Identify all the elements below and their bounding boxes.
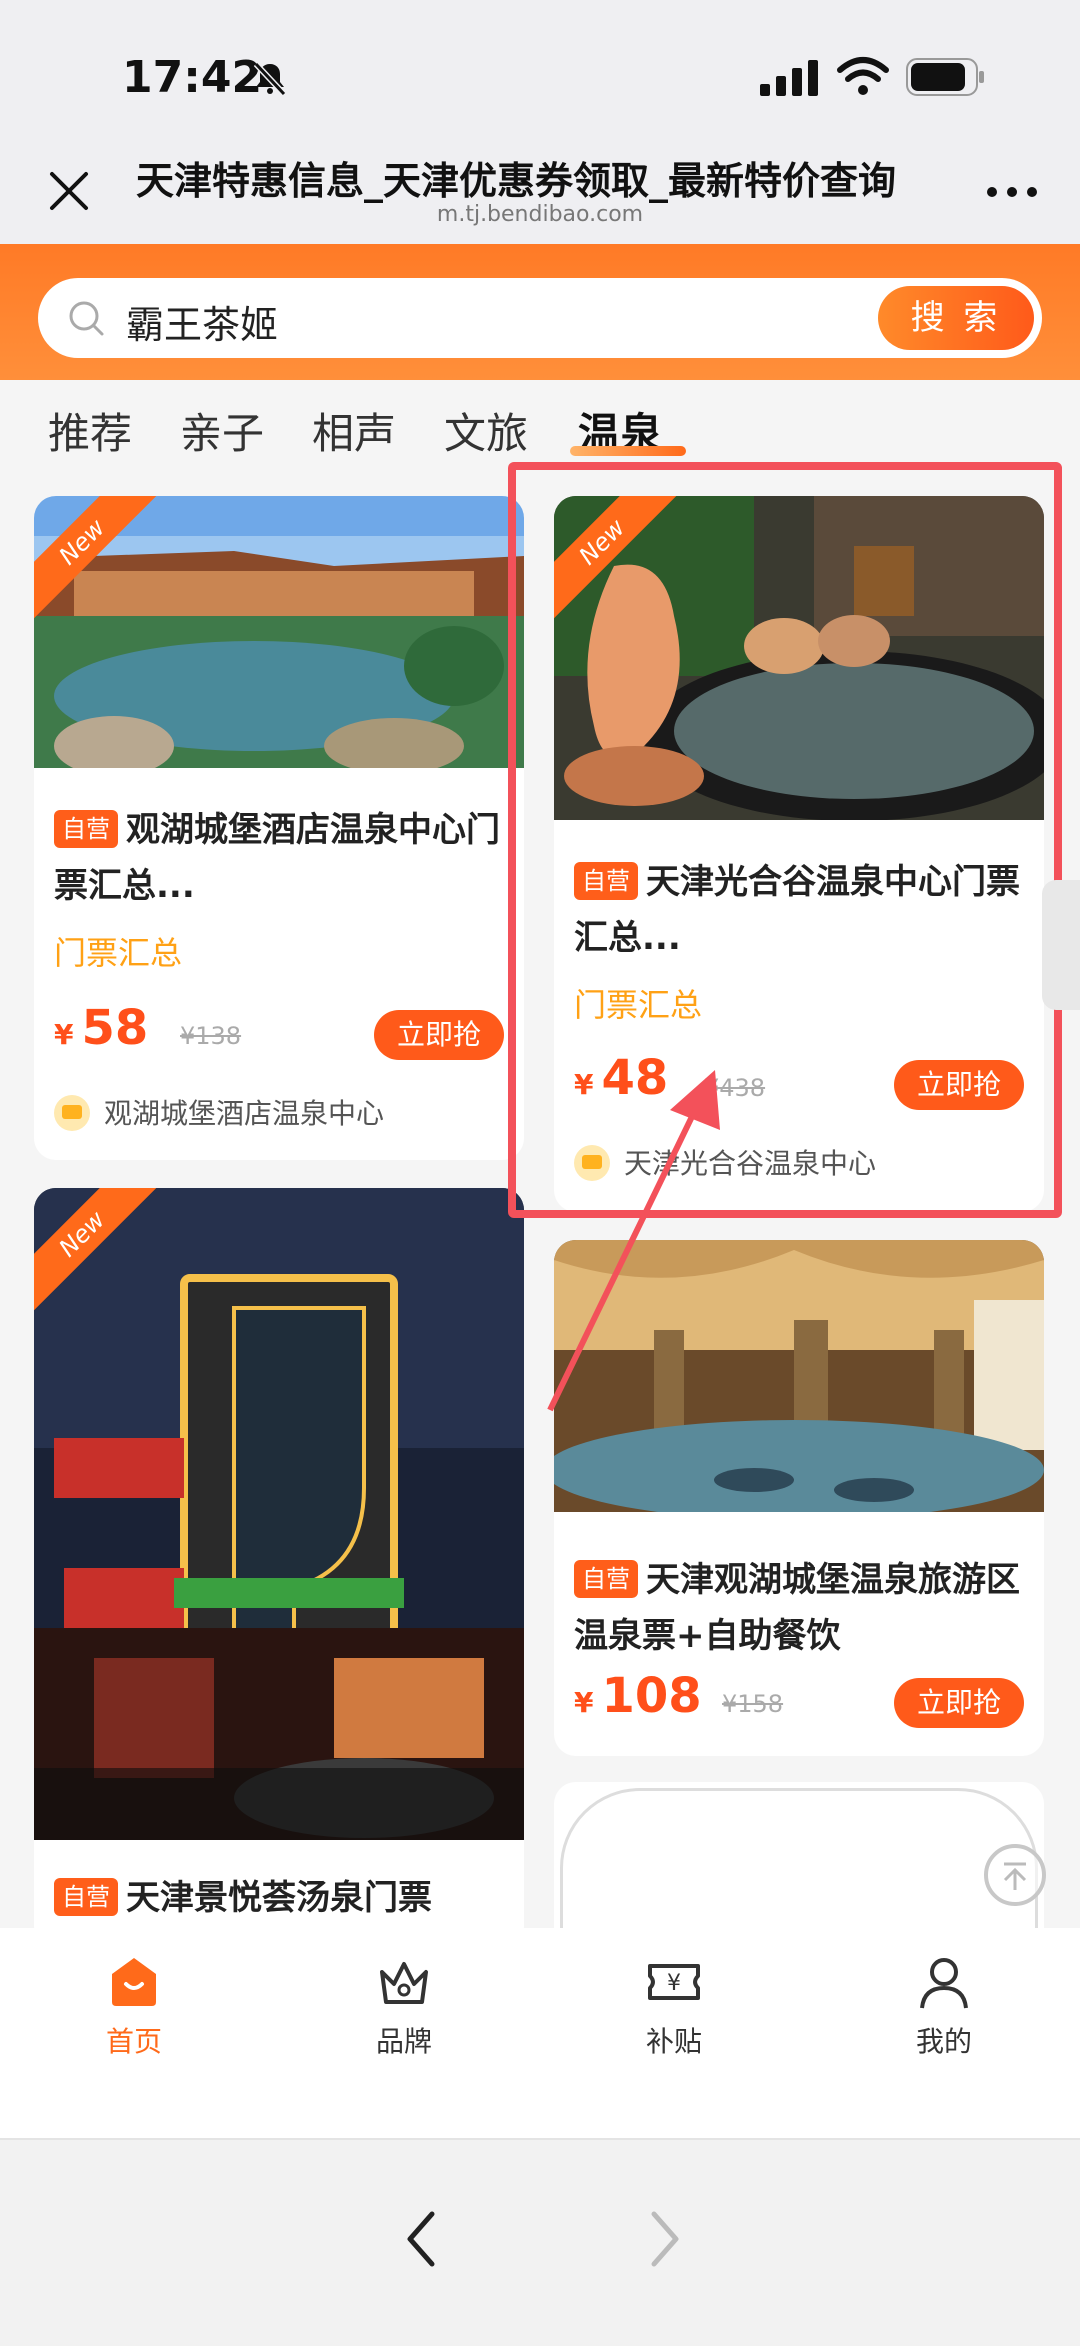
- coupon-icon: ¥: [648, 1964, 700, 2000]
- page-url: m.tj.bendibao.com: [436, 202, 644, 227]
- side-drawer-handle[interactable]: [1042, 880, 1080, 1010]
- battery-icon: [906, 58, 984, 96]
- product-title: 自营 观湖城堡酒店温泉中心门票汇总...: [54, 810, 500, 906]
- product-price: ¥58: [54, 1000, 149, 1056]
- tab-crosstalk[interactable]: 相声: [312, 400, 396, 461]
- bottom-navigation: 首页 品牌 ¥ 补贴 我的: [0, 1928, 1080, 2138]
- cellular-signal-icon: [760, 60, 818, 96]
- nav-profile[interactable]: 我的: [844, 1954, 1044, 2060]
- tab-culture-travel[interactable]: 文旅: [444, 400, 528, 461]
- product-title: 自营 天津景悦荟汤泉门票: [54, 1870, 514, 1926]
- browser-toolbar: [0, 2138, 1080, 2346]
- buy-now-button[interactable]: 立即抢: [894, 1678, 1024, 1728]
- self-operated-tag: 自营: [54, 810, 118, 848]
- home-icon: [112, 1958, 156, 2006]
- wifi-icon: [837, 57, 889, 95]
- browser-header: 天津特惠信息_天津优惠券领取_最新特价查询 m.tj.bendibao.com: [0, 140, 1080, 244]
- search-icon: [69, 301, 104, 336]
- bell-muted-icon: [253, 61, 287, 97]
- search-button[interactable]: 搜 索: [878, 286, 1034, 350]
- original-price: ¥138: [180, 1022, 242, 1050]
- search-band: 霸王茶姬 搜 索: [0, 244, 1080, 380]
- back-icon[interactable]: [400, 2204, 440, 2274]
- original-price: ¥158: [722, 1690, 784, 1718]
- nav-brand[interactable]: 品牌: [304, 1954, 504, 2060]
- user-icon: [920, 1958, 968, 2009]
- nav-subsidy[interactable]: ¥ 补贴: [574, 1954, 774, 2060]
- more-icon[interactable]: [984, 180, 1040, 204]
- scroll-to-top-button[interactable]: [984, 1844, 1046, 1906]
- arrow-up-icon: [1003, 1862, 1027, 1890]
- new-badge: New: [34, 496, 174, 636]
- self-operated-tag: 自营: [54, 1878, 118, 1916]
- product-subtitle: 门票汇总: [54, 934, 183, 972]
- page-title: 天津特惠信息_天津优惠券领取_最新特价查询: [136, 159, 897, 203]
- tab-family[interactable]: 亲子: [180, 400, 264, 461]
- product-price: ¥108: [574, 1668, 702, 1724]
- search-input[interactable]: 霸王茶姬 搜 索: [38, 278, 1042, 358]
- status-time: 17:42: [122, 52, 263, 103]
- status-bar: 17:42: [0, 0, 1080, 140]
- self-operated-tag: 自营: [574, 1560, 638, 1598]
- product-card[interactable]: New 自营 天津景悦荟汤泉门票: [34, 1188, 524, 1948]
- crown-icon: [380, 1962, 428, 2004]
- nav-home[interactable]: 首页: [34, 1954, 234, 2060]
- forward-icon[interactable]: [646, 2204, 686, 2274]
- svg-text:¥: ¥: [667, 1971, 681, 1996]
- new-badge: New: [34, 1188, 174, 1328]
- product-card[interactable]: New 自营 观湖城堡酒店温泉中心门票汇总... 门票汇总 ¥58 ¥138 立即…: [34, 496, 524, 1160]
- shop-icon: [54, 1095, 90, 1131]
- shop-name: 观湖城堡酒店温泉中心: [54, 1092, 384, 1132]
- tab-active-indicator: [570, 446, 686, 456]
- search-query: 霸王茶姬: [126, 303, 279, 347]
- product-title: 自营 天津观湖城堡温泉旅游区温泉票+自助餐饮: [574, 1560, 1020, 1656]
- arrow-annotation: [547, 1070, 720, 1412]
- tab-recommend[interactable]: 推荐: [48, 400, 132, 461]
- buy-now-button[interactable]: 立即抢: [374, 1010, 504, 1060]
